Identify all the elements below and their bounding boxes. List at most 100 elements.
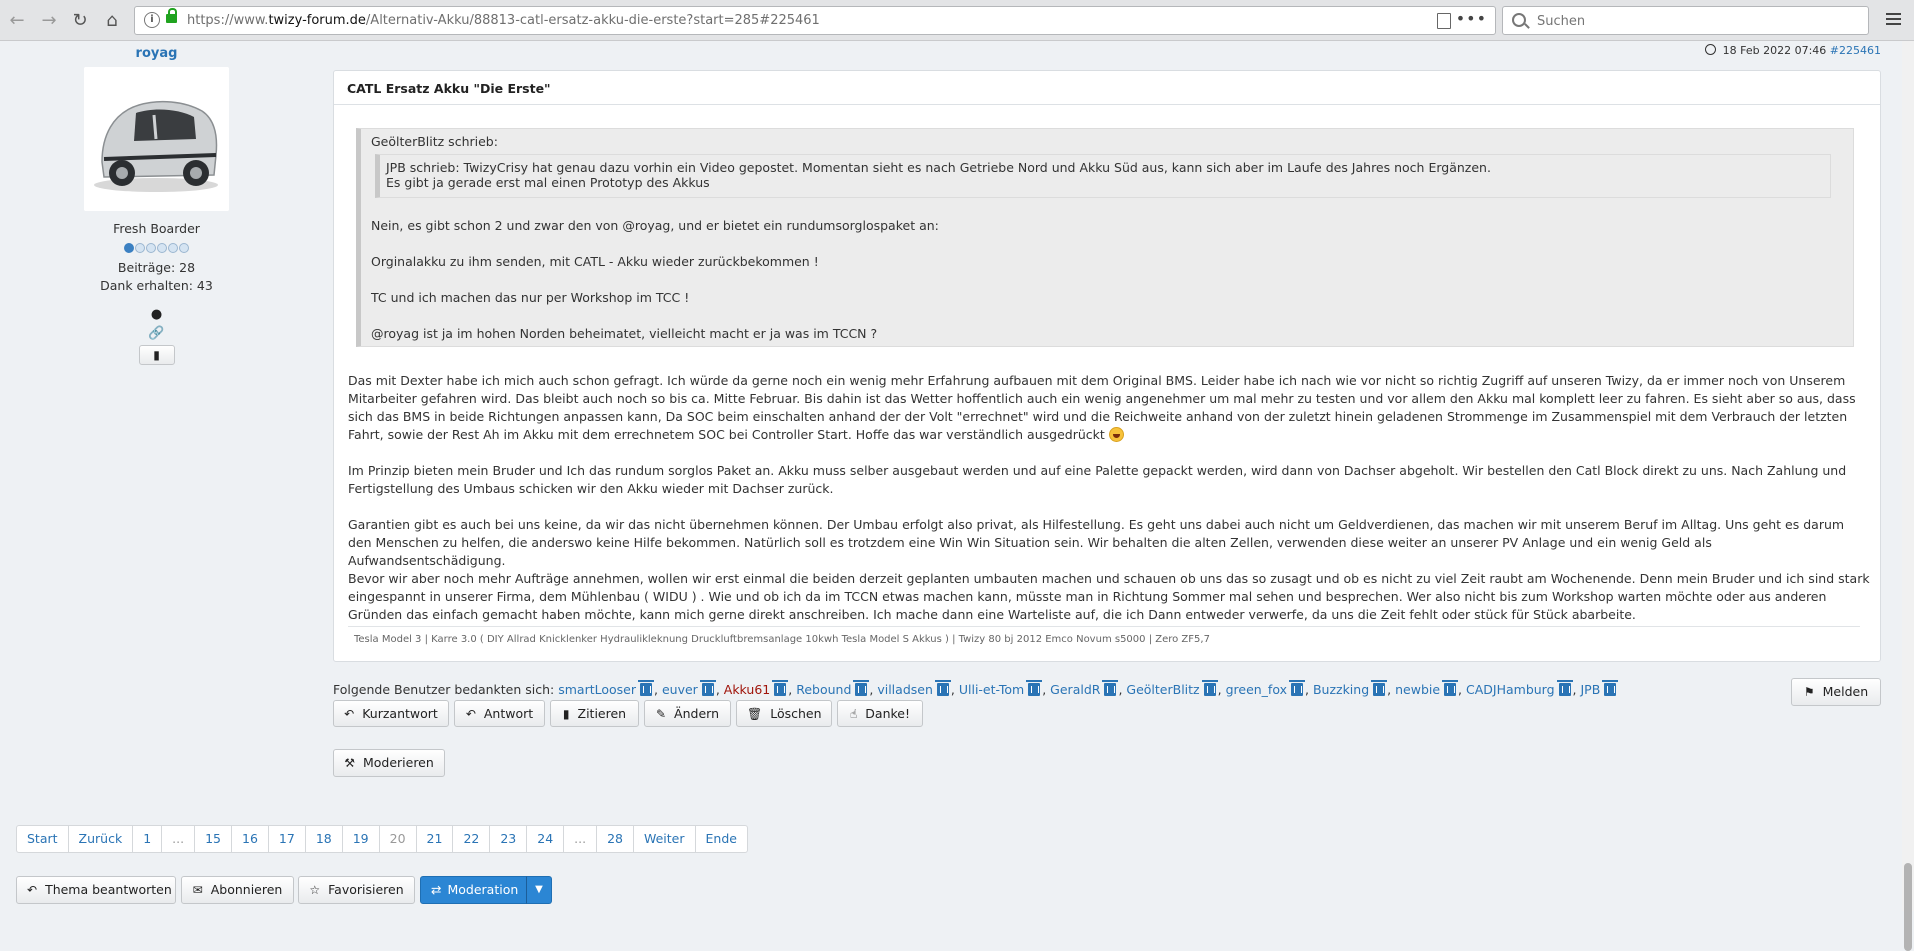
back-icon[interactable]: ← (4, 8, 30, 34)
address-bar[interactable]: i https://www.twizy-forum.de/Alternativ-… (134, 6, 1496, 35)
user-rank: Fresh Boarder (113, 221, 200, 236)
reload-icon[interactable]: ↻ (67, 8, 93, 34)
divider (334, 104, 1880, 105)
post-permalink[interactable]: #225461 (1830, 44, 1881, 57)
pagination-item[interactable]: Start (16, 825, 69, 853)
info-icon[interactable]: i (144, 12, 160, 28)
quote-button[interactable]: ▮ Zitieren (550, 700, 639, 727)
pagination-item[interactable]: 21 (415, 825, 454, 853)
reader-view-icon[interactable] (1437, 13, 1451, 29)
chat-icon: ▮ (153, 348, 160, 362)
pagination-item[interactable]: 23 (489, 825, 528, 853)
remove-thanks-icon[interactable] (934, 680, 951, 696)
thanks-user-link[interactable]: villadsen (877, 682, 933, 697)
thanks-user-link[interactable]: green_fox (1226, 682, 1287, 697)
quote-paragraph: Nein, es gibt schon 2 und zwar den von @… (371, 218, 939, 233)
page-scrollbar[interactable] (1902, 41, 1914, 951)
remove-thanks-icon[interactable] (1026, 680, 1043, 696)
quote-paragraph: TC und ich machen das nur per Workshop i… (371, 290, 690, 305)
menu-icon[interactable] (1886, 13, 1901, 28)
quote-icon: ▮ (562, 707, 570, 721)
home-icon[interactable]: ⌂ (99, 8, 125, 34)
reply-icon: ↶ (344, 707, 355, 721)
pagination-item[interactable]: Ende (694, 825, 748, 853)
report-button[interactable]: ⚑ Melden (1791, 678, 1881, 706)
moderate-button[interactable]: ⚒ Moderieren (333, 749, 445, 777)
pagination-item[interactable]: 1 (132, 825, 163, 853)
moderation-button[interactable]: ⇄ Moderation (420, 876, 527, 904)
caret-down-icon: ▼ (535, 884, 543, 895)
nested-quote: JPB schrieb: TwizyCrisy hat genau dazu v… (375, 154, 1831, 198)
favorite-button[interactable]: ☆ Favorisieren (298, 876, 415, 904)
rank-dot (157, 243, 167, 253)
browser-search-input[interactable] (1535, 11, 1859, 32)
thanks-label: Folgende Benutzer bedankten sich: (333, 682, 555, 697)
flag-icon: ⚑ (1803, 685, 1815, 699)
thanks-user-link[interactable]: Rebound (796, 682, 851, 697)
thanks-user-link[interactable]: Ulli-et-Tom (959, 682, 1024, 697)
edit-icon: ✎ (655, 707, 667, 721)
thank-button[interactable]: ☝ Danke! (837, 700, 923, 727)
pagination-item[interactable]: 16 (231, 825, 269, 853)
thanks-user-link[interactable]: JPB (1581, 682, 1601, 697)
nested-quote-line: JPB schrieb: TwizyCrisy hat genau dazu v… (386, 160, 1491, 175)
pagination-item[interactable]: 28 (596, 825, 634, 853)
remove-thanks-icon[interactable] (638, 680, 655, 696)
edit-button[interactable]: ✎ Ändern (644, 700, 731, 727)
thanks-user-link[interactable]: newbie (1395, 682, 1440, 697)
reply-topic-button[interactable]: ↶ Thema beantworten (16, 876, 176, 904)
url-text[interactable]: https://www.twizy-forum.de/Alternativ-Ak… (187, 13, 820, 28)
remove-thanks-icon[interactable] (1371, 680, 1388, 696)
reply-icon: ↶ (27, 883, 38, 897)
forward-icon[interactable]: → (36, 8, 62, 34)
pagination-item[interactable]: Weiter (632, 825, 696, 853)
location-icon[interactable]: ● (84, 307, 229, 322)
delete-button[interactable]: 🗑 Löschen (736, 700, 832, 727)
pagination-item[interactable]: 17 (267, 825, 306, 853)
thanks-user-link[interactable]: Buzzking (1313, 682, 1369, 697)
thanks-user-link[interactable]: GeölterBlitz (1126, 682, 1199, 697)
remove-thanks-icon[interactable] (699, 680, 716, 696)
remove-thanks-icon[interactable] (1201, 680, 1218, 696)
avatar[interactable] (84, 67, 229, 211)
remove-thanks-icon[interactable] (772, 680, 789, 696)
pagination-item[interactable]: Zurück (67, 825, 134, 853)
remove-thanks-icon[interactable] (1102, 680, 1119, 696)
reply-button[interactable]: ↶ Antwort (454, 700, 545, 727)
thanks-user-link[interactable]: euver (662, 682, 698, 697)
thanks-user-link[interactable]: Akku61 (724, 682, 770, 697)
signature: Tesla Model 3 | Karre 3.0 ( DIY Allrad K… (354, 634, 1210, 645)
moderation-dropdown-toggle[interactable]: ▼ (526, 876, 552, 904)
thanks-user-link[interactable]: GeraldR (1050, 682, 1100, 697)
thanks-user-link[interactable]: CADJHamburg (1466, 682, 1555, 697)
remove-thanks-icon[interactable] (1556, 680, 1573, 696)
page-actions-icon[interactable]: ••• (1456, 9, 1487, 28)
quote-block: GeölterBlitz schrieb: JPB schrieb: Twizy… (356, 128, 1854, 347)
pagination-item[interactable]: 24 (526, 825, 565, 853)
thanks-list: Folgende Benutzer bedankten sich: smartL… (333, 680, 1619, 697)
scrollbar-thumb[interactable] (1904, 863, 1912, 951)
pagination-item[interactable]: 18 (304, 825, 343, 853)
website-link-icon[interactable]: 🔗 (84, 326, 229, 341)
remove-thanks-icon[interactable] (853, 680, 870, 696)
pagination-item[interactable]: 19 (341, 825, 380, 853)
pagination-item[interactable]: 15 (194, 825, 232, 853)
rank-dot (168, 243, 178, 253)
pagination-item[interactable]: 22 (452, 825, 491, 853)
poster-username[interactable]: royag (84, 46, 229, 61)
remove-thanks-icon[interactable] (1602, 680, 1619, 696)
quick-reply-button[interactable]: ↶ Kurzantwort (333, 700, 449, 727)
rank-dot (179, 243, 189, 253)
private-message-button[interactable]: ▮ (138, 345, 175, 365)
browser-search[interactable] (1502, 6, 1869, 35)
quote-paragraph: @royag ist ja im hohen Norden beheimatet… (371, 326, 878, 341)
pagination-ellipsis: ... (563, 825, 598, 853)
remove-thanks-icon[interactable] (1289, 680, 1305, 696)
remove-thanks-icon[interactable] (1442, 680, 1459, 696)
subscribe-button[interactable]: ✉ Abonnieren (181, 876, 294, 904)
reply-icon: ↶ (465, 707, 476, 721)
star-icon: ☆ (309, 883, 321, 897)
quote-author: GeölterBlitz schrieb: (371, 134, 498, 149)
thanks-user-link[interactable]: smartLooser (558, 682, 636, 697)
clock-icon (1704, 44, 1716, 55)
